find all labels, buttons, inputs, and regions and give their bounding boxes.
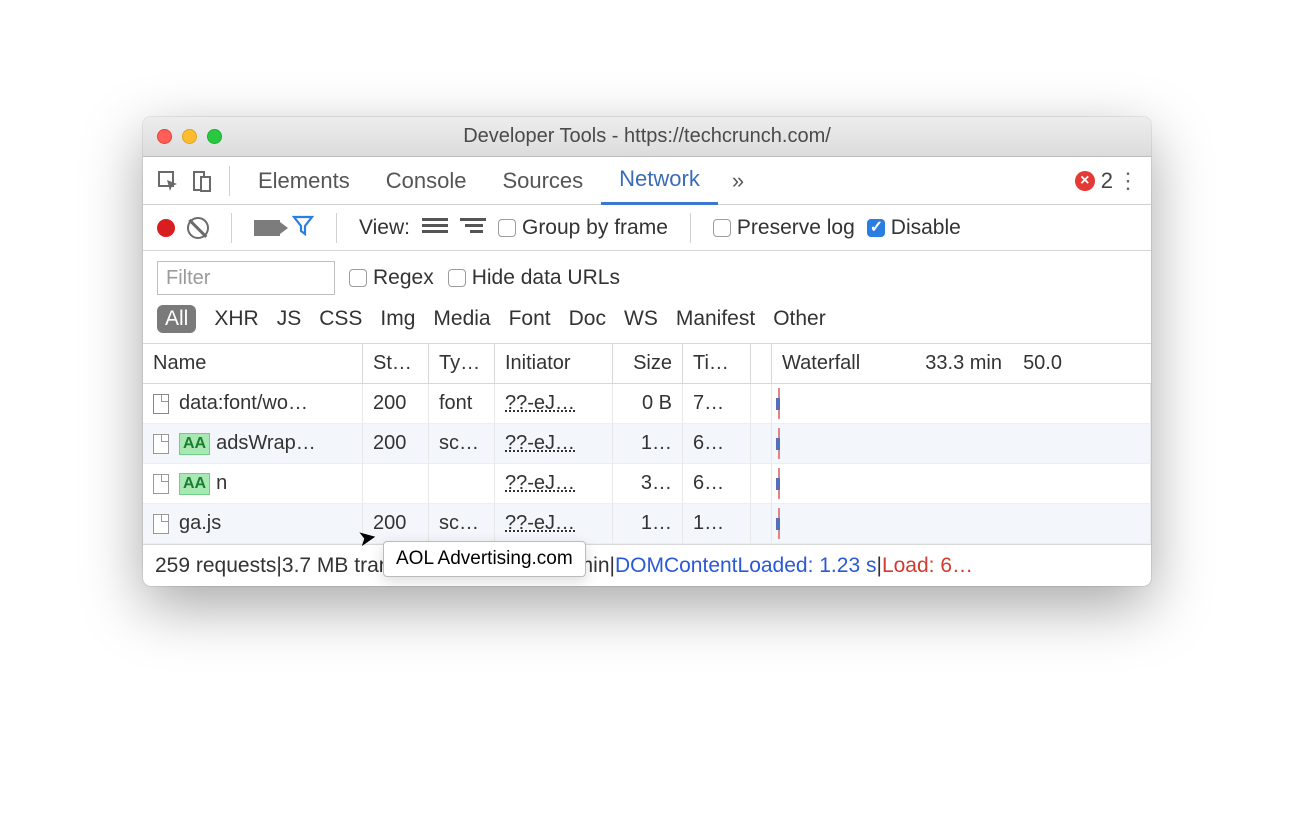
status-load: Load: 6… bbox=[882, 554, 973, 578]
tab-sources[interactable]: Sources bbox=[484, 157, 601, 205]
type-filter-other[interactable]: Other bbox=[773, 307, 826, 331]
disable-cache-checkbox[interactable]: Disable bbox=[867, 216, 961, 240]
window-title: Developer Tools - https://techcrunch.com… bbox=[143, 125, 1151, 148]
error-count: 2 bbox=[1101, 168, 1113, 194]
more-tabs-button[interactable]: » bbox=[718, 168, 758, 194]
minimize-window-button[interactable] bbox=[182, 129, 197, 144]
col-type[interactable]: Ty… bbox=[429, 344, 495, 383]
separator bbox=[229, 166, 230, 196]
error-icon bbox=[1075, 171, 1095, 191]
request-name: data:font/wo… bbox=[179, 392, 308, 415]
type-filter-manifest[interactable]: Manifest bbox=[676, 307, 755, 331]
resource-type-filter: All XHR JS CSS Img Media Font Doc WS Man… bbox=[143, 301, 1151, 344]
type-filter-css[interactable]: CSS bbox=[319, 307, 362, 331]
table-row[interactable]: ga.js200sc…??-eJ…1…1… bbox=[143, 504, 1151, 544]
separator bbox=[690, 213, 691, 243]
status-bar: 259 requests | 3.7 MB transferred | Fini… bbox=[143, 544, 1151, 586]
waterfall-cell bbox=[772, 464, 1151, 504]
initiator-link[interactable]: ??-eJ… bbox=[505, 432, 575, 455]
network-table: Name St… Ty… Initiator Size Ti… Waterfal… bbox=[143, 344, 1151, 544]
close-window-button[interactable] bbox=[157, 129, 172, 144]
tooltip: AOL Advertising.com bbox=[383, 541, 586, 577]
file-icon bbox=[153, 394, 169, 414]
request-name: ga.js bbox=[179, 512, 221, 535]
tab-console[interactable]: Console bbox=[368, 157, 485, 205]
col-gutter bbox=[751, 344, 772, 383]
table-header-row: Name St… Ty… Initiator Size Ti… Waterfal… bbox=[143, 344, 1151, 384]
type-filter-xhr[interactable]: XHR bbox=[214, 307, 258, 331]
device-toolbar-icon[interactable] bbox=[185, 164, 219, 198]
tracker-badge: AA bbox=[179, 433, 210, 455]
separator bbox=[231, 213, 232, 243]
screenshot-icon[interactable] bbox=[254, 220, 280, 236]
network-toolbar: View: Group by frame Preserve log Disabl… bbox=[143, 205, 1151, 251]
request-name: adsWrap… bbox=[216, 432, 316, 455]
error-count-badge[interactable]: 2 bbox=[1075, 168, 1113, 194]
type-filter-js[interactable]: JS bbox=[277, 307, 302, 331]
inspect-element-icon[interactable] bbox=[151, 164, 185, 198]
waterfall-tick: 33.3 min bbox=[882, 344, 1012, 383]
type-filter-all[interactable]: All bbox=[157, 305, 196, 333]
filter-bar: Regex Hide data URLs bbox=[143, 251, 1151, 301]
status-domcontentloaded: DOMContentLoaded: 1.23 s bbox=[615, 554, 877, 578]
devtools-window: Developer Tools - https://techcrunch.com… bbox=[143, 117, 1151, 586]
titlebar[interactable]: Developer Tools - https://techcrunch.com… bbox=[143, 117, 1151, 157]
initiator-link[interactable]: ??-eJ… bbox=[505, 392, 575, 415]
col-size[interactable]: Size bbox=[613, 344, 683, 383]
col-status[interactable]: St… bbox=[363, 344, 429, 383]
tab-network[interactable]: Network bbox=[601, 157, 718, 205]
filter-toggle-icon[interactable] bbox=[292, 214, 314, 242]
waterfall-cell bbox=[772, 504, 1151, 544]
view-label: View: bbox=[359, 216, 410, 240]
file-icon bbox=[153, 514, 169, 534]
file-icon bbox=[153, 434, 169, 454]
clear-button[interactable] bbox=[187, 217, 209, 239]
type-filter-font[interactable]: Font bbox=[509, 307, 551, 331]
type-filter-media[interactable]: Media bbox=[433, 307, 490, 331]
initiator-link[interactable]: ??-eJ… bbox=[505, 512, 575, 535]
initiator-link[interactable]: ??-eJ… bbox=[505, 472, 575, 495]
waterfall-cell bbox=[772, 384, 1151, 424]
filter-input[interactable] bbox=[157, 261, 335, 295]
type-filter-doc[interactable]: Doc bbox=[569, 307, 606, 331]
panel-tabstrip: Elements Console Sources Network » 2 ⋮ bbox=[143, 157, 1151, 205]
preserve-log-checkbox[interactable]: Preserve log bbox=[713, 216, 855, 240]
table-row[interactable]: AAadsWrap…200sc…??-eJ…1…6… bbox=[143, 424, 1151, 464]
tab-elements[interactable]: Elements bbox=[240, 157, 368, 205]
request-name: n bbox=[216, 472, 227, 495]
waterfall-cell bbox=[772, 424, 1151, 464]
status-requests: 259 requests bbox=[155, 554, 276, 578]
zoom-window-button[interactable] bbox=[207, 129, 222, 144]
col-initiator[interactable]: Initiator bbox=[495, 344, 613, 383]
table-row[interactable]: data:font/wo…200font??-eJ…0 B7… bbox=[143, 384, 1151, 424]
separator bbox=[336, 213, 337, 243]
hide-data-urls-checkbox[interactable]: Hide data URLs bbox=[448, 266, 620, 290]
col-name[interactable]: Name bbox=[143, 344, 363, 383]
large-rows-icon[interactable] bbox=[422, 218, 448, 238]
tracker-badge: AA bbox=[179, 473, 210, 495]
col-time[interactable]: Ti… bbox=[683, 344, 751, 383]
record-button[interactable] bbox=[157, 219, 175, 237]
file-icon bbox=[153, 474, 169, 494]
type-filter-img[interactable]: Img bbox=[380, 307, 415, 331]
traffic-lights bbox=[157, 129, 222, 144]
settings-menu-button[interactable]: ⋮ bbox=[1113, 168, 1143, 194]
table-row[interactable]: AAn??-eJ…3…6… bbox=[143, 464, 1151, 504]
type-filter-ws[interactable]: WS bbox=[624, 307, 658, 331]
waterfall-view-icon[interactable] bbox=[460, 218, 486, 238]
group-by-frame-checkbox[interactable]: Group by frame bbox=[498, 216, 668, 240]
regex-checkbox[interactable]: Regex bbox=[349, 266, 434, 290]
waterfall-tick: 50.0 bbox=[1012, 344, 1072, 383]
col-waterfall[interactable]: Waterfall bbox=[772, 344, 882, 383]
